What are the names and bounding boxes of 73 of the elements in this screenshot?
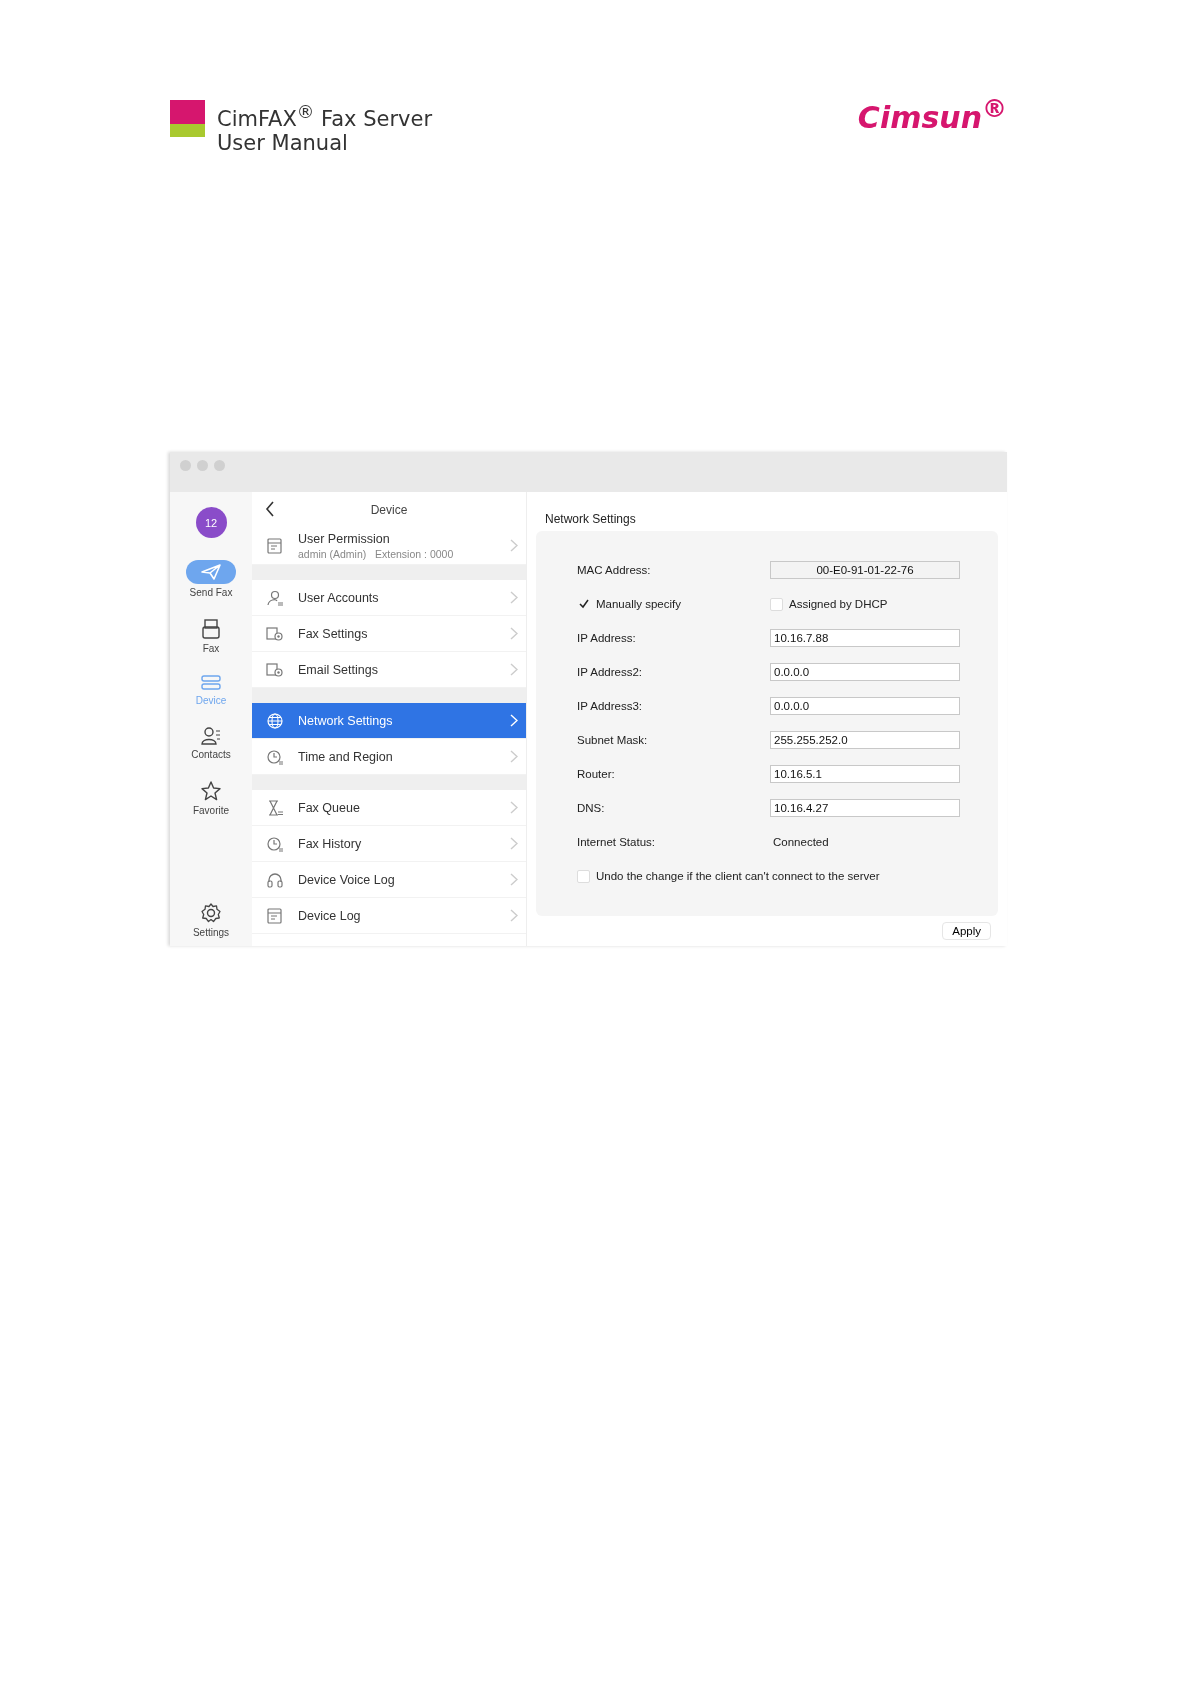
zoom-button[interactable]: [214, 460, 225, 471]
input-field[interactable]: 0.0.0.0: [770, 697, 960, 715]
brand-logo: Cimsun$^{®}$: [857, 93, 1007, 135]
status-value: Connected: [772, 836, 829, 848]
menu-item[interactable]: Fax Settings: [252, 616, 526, 652]
input-field[interactable]: 255.255.252.0: [770, 731, 960, 749]
checkbox-option[interactable]: Undo the change if the client can't connect to the server: [577, 869, 880, 883]
hourglass-icon: [266, 798, 284, 817]
input-field[interactable]: 10.16.4.27: [770, 799, 960, 817]
sidebar-item[interactable]: Contacts: [191, 726, 231, 760]
manual-subtitle: User Manual: [217, 131, 349, 155]
field-label: IP Address2:: [577, 666, 643, 678]
apply-button[interactable]: Apply: [942, 922, 991, 940]
chevron-icon: [510, 750, 518, 763]
chevron-icon: [510, 539, 518, 552]
input-field[interactable]: 0.0.0.0: [770, 663, 960, 681]
contacts-icon: [200, 726, 222, 746]
checkbox[interactable]: [770, 597, 783, 611]
field-label: IP Address:: [577, 632, 637, 644]
chevron-icon: [510, 909, 518, 922]
settings-icon: [200, 902, 222, 924]
checkbox[interactable]: [577, 869, 590, 883]
minimize-button[interactable]: [197, 460, 208, 471]
globe-icon: [266, 711, 284, 730]
document-icon: [266, 536, 284, 555]
server-icon: [200, 674, 222, 692]
menu-item[interactable]: Fax History: [252, 826, 526, 862]
back-icon[interactable]: [265, 501, 275, 517]
send-button[interactable]: [186, 560, 236, 584]
document-icon: [266, 906, 284, 925]
menu-item[interactable]: Fax Queue: [252, 790, 526, 826]
user-icon: [266, 588, 284, 607]
send-icon: [200, 564, 222, 580]
section-title: Network Settings: [545, 512, 637, 526]
clock-icon: [266, 834, 284, 853]
checkbox[interactable]: [577, 597, 590, 611]
sidebar-item[interactable]: Settings: [192, 902, 230, 938]
document-gear-icon: [266, 660, 284, 679]
field-label: Router:: [577, 768, 616, 780]
chevron-icon: [510, 801, 518, 814]
field-label: Internet Status:: [577, 836, 656, 848]
avatar-badge[interactable]: 12: [195, 507, 227, 538]
chevron-icon: [510, 663, 518, 676]
document-gear-icon: [266, 624, 284, 643]
field-label: Subnet Mask:: [577, 734, 649, 746]
input-field[interactable]: 10.16.7.88: [770, 629, 960, 647]
chevron-icon: [510, 627, 518, 640]
chevron-icon: [510, 591, 518, 604]
menu-item[interactable]: Device Voice Log: [252, 862, 526, 898]
fax-icon: [200, 618, 222, 640]
checkbox-option[interactable]: Manually specify: [577, 597, 770, 611]
menu-item[interactable]: Network Settings: [252, 703, 526, 739]
logo-icon: [170, 100, 205, 137]
field-label: DNS:: [577, 802, 606, 814]
field-label: IP Address3:: [577, 700, 643, 712]
sidebar-item[interactable]: Fax: [200, 618, 222, 654]
chevron-icon: [510, 714, 518, 727]
clock-icon: [266, 747, 284, 766]
menu-item[interactable]: User Accounts: [252, 580, 526, 616]
checkbox-option[interactable]: Assigned by DHCP: [770, 597, 963, 611]
chevron-icon: [510, 873, 518, 886]
star-icon: [200, 780, 222, 802]
input-field[interactable]: 10.16.5.1: [770, 765, 960, 783]
menu-item[interactable]: Device Log: [252, 898, 526, 934]
panel-title: Device: [370, 502, 408, 517]
field-label: MAC Address:: [577, 564, 652, 576]
headset-icon: [266, 870, 284, 889]
input-field[interactable]: 00-E0-91-01-22-76: [770, 561, 960, 579]
sidebar-item[interactable]: Favorite: [192, 780, 230, 816]
chevron-icon: [510, 837, 518, 850]
close-button[interactable]: [180, 460, 191, 471]
manual-title: CimFAX$^{®}$ Fax Server: [217, 101, 433, 131]
sidebar-item[interactable]: Send Fax: [186, 560, 236, 598]
